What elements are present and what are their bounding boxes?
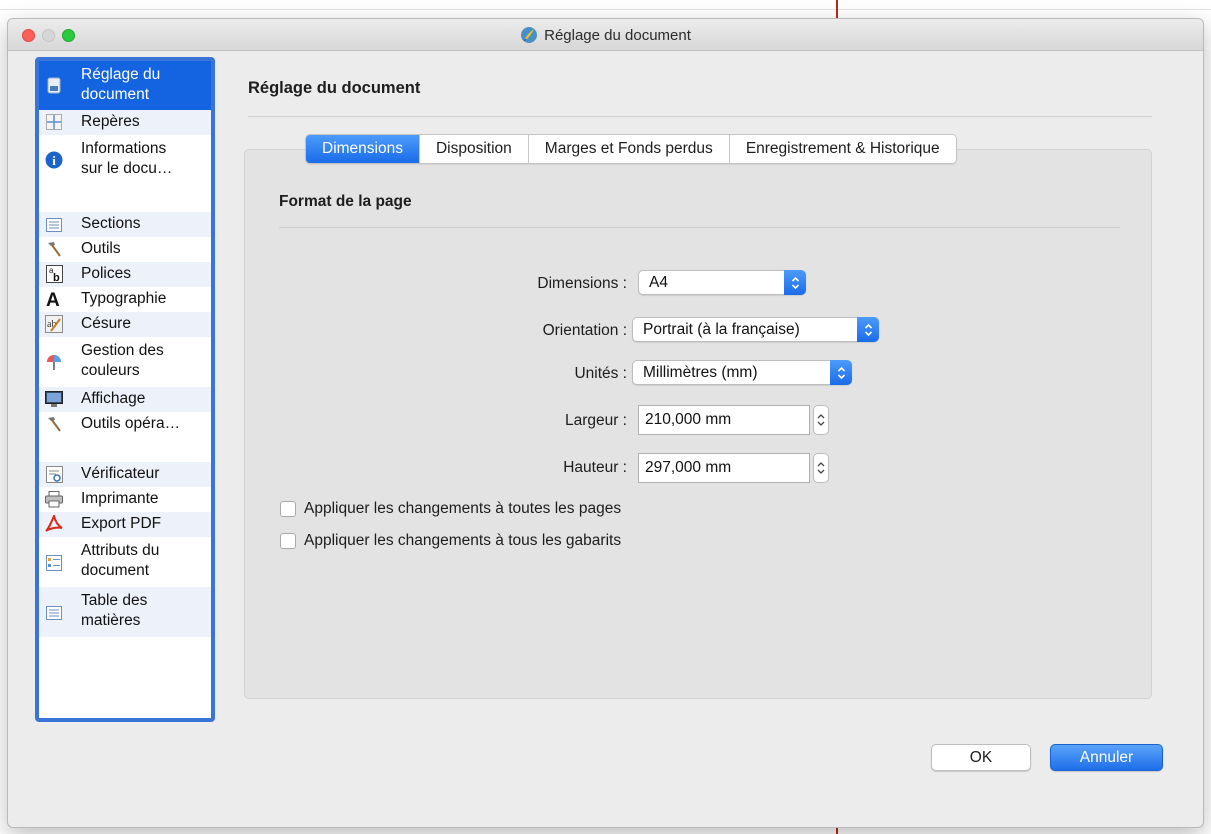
width-label: Largeur :	[564, 412, 627, 429]
info-icon: i	[45, 151, 63, 169]
stepper-arrows-icon	[817, 462, 825, 474]
sidebar-item-label: Export PDF	[81, 515, 162, 532]
sections-icon	[45, 216, 63, 234]
svg-text:A: A	[46, 290, 60, 308]
units-select[interactable]: Millimètres (mm)	[632, 360, 852, 385]
sidebar-item-label: Gestion des couleurs	[81, 342, 164, 379]
color-management-icon	[45, 354, 63, 372]
sidebar-item-export-pdf[interactable]: Export PDF	[39, 512, 211, 537]
sidebar-item-label: Outils opéra…	[81, 415, 181, 432]
sidebar-item-label: Vérificateur	[81, 465, 160, 482]
sidebar-item-label: Polices	[81, 265, 131, 282]
sidebar-item-label: Réglage du document	[81, 66, 161, 103]
svg-text:b: b	[53, 272, 60, 283]
hammer-icon	[45, 415, 63, 433]
updown-chevron-icon	[830, 360, 852, 385]
sidebar-item-couleurs[interactable]: Gestion des couleurs	[39, 337, 211, 387]
sidebar-item-polices[interactable]: ab Polices	[39, 262, 211, 287]
display-icon	[45, 390, 63, 408]
divider	[279, 227, 1120, 228]
sidebar-item-label: Affichage	[81, 390, 146, 407]
orientation-select[interactable]: Portrait (à la française)	[632, 317, 879, 342]
updown-chevron-icon	[784, 270, 806, 295]
guides-icon	[45, 113, 63, 131]
sidebar-item-label: Informations sur le docu…	[81, 140, 173, 177]
apply-all-masters-row[interactable]: Appliquer les changements à tous les gab…	[280, 532, 621, 550]
printer-icon	[45, 490, 63, 508]
sidebar-item-typographie[interactable]: A Typographie	[39, 287, 211, 312]
orientation-label: Orientation :	[542, 322, 627, 339]
sidebar-item-outils[interactable]: Outils	[39, 237, 211, 262]
section-title: Format de la page	[279, 193, 412, 210]
height-input[interactable]	[639, 454, 809, 482]
sidebar-item-affichage[interactable]: Affichage	[39, 387, 211, 412]
sidebar-item-label: Imprimante	[81, 490, 159, 507]
page-title: Réglage du document	[248, 79, 421, 97]
tab-dimensions[interactable]: Dimensions	[306, 135, 420, 163]
apply-all-pages-row[interactable]: Appliquer les changements à toutes les p…	[280, 500, 621, 518]
ok-button[interactable]: OK	[931, 744, 1031, 771]
height-stepper[interactable]	[813, 453, 829, 483]
typography-icon: A	[45, 289, 63, 308]
sidebar-item-label: Outils	[81, 240, 121, 257]
sidebar-item-cesure[interactable]: ab Césure	[39, 312, 211, 337]
title-bar: Réglage du document	[8, 19, 1203, 51]
dimensions-select[interactable]: A4	[638, 270, 806, 295]
background-margin-line	[836, 0, 838, 18]
preflight-icon	[45, 465, 63, 483]
svg-text:i: i	[52, 153, 56, 168]
orientation-value: Portrait (à la française)	[643, 321, 800, 338]
sidebar-item-attributs[interactable]: Attributs du document	[39, 537, 211, 587]
updown-chevron-icon	[857, 317, 879, 342]
apply-all-pages-label: Appliquer les changements à toutes les p…	[304, 500, 622, 517]
dimensions-value: A4	[649, 274, 668, 291]
sidebar-item-reglage[interactable]: Réglage du document	[39, 61, 211, 110]
sidebar-item-sections[interactable]: Sections	[39, 212, 211, 237]
width-stepper[interactable]	[813, 405, 829, 435]
sidebar-item-table[interactable]: Table des matières	[39, 587, 211, 637]
window-title: Réglage du document	[544, 26, 691, 44]
apply-all-masters-checkbox[interactable]	[280, 533, 296, 549]
sidebar-item-label: Césure	[81, 315, 131, 332]
sidebar-item-label: Attributs du document	[81, 542, 160, 579]
hyphenation-icon: ab	[45, 315, 63, 333]
apply-all-masters-label: Appliquer les changements à tous les gab…	[304, 532, 622, 549]
document-icon	[45, 76, 63, 94]
width-input[interactable]	[639, 406, 809, 434]
pdf-icon	[45, 515, 63, 533]
sidebar-item-verificateur[interactable]: Vérificateur	[39, 462, 211, 487]
divider	[248, 116, 1152, 117]
tab-disposition[interactable]: Disposition	[419, 135, 529, 163]
cancel-button[interactable]: Annuler	[1050, 744, 1163, 771]
tab-bar: Dimensions Disposition Marges et Fonds p…	[305, 134, 957, 164]
sidebar-item-label: Table des matières	[81, 592, 148, 629]
sidebar-item-reperes[interactable]: Repères	[39, 110, 211, 135]
hammer-icon	[45, 240, 63, 258]
sidebar-item-imprimante[interactable]: Imprimante	[39, 487, 211, 512]
height-label: Hauteur :	[563, 459, 627, 476]
sidebar-item-label: Typographie	[81, 290, 167, 307]
units-value: Millimètres (mm)	[643, 364, 758, 381]
height-field[interactable]	[638, 453, 810, 483]
sidebar-item-informations[interactable]: i Informations sur le docu…	[39, 135, 211, 185]
width-field[interactable]	[638, 405, 810, 435]
sidebar-item-outils-operateur[interactable]: Outils opéra…	[39, 412, 211, 437]
sidebar-item-label: Repères	[81, 113, 140, 130]
attributes-icon	[45, 554, 63, 572]
tab-enregistrement[interactable]: Enregistrement & Historique	[729, 135, 956, 163]
settings-sidebar[interactable]: Réglage du document Repères i Information…	[35, 57, 215, 722]
fonts-icon: ab	[45, 265, 63, 283]
stepper-arrows-icon	[817, 414, 825, 426]
apply-all-pages-checkbox[interactable]	[280, 501, 296, 517]
sidebar-item-label: Sections	[81, 215, 141, 232]
units-label: Unités :	[574, 365, 627, 382]
background-divider	[0, 9, 1211, 10]
dimensions-label: Dimensions :	[537, 275, 627, 292]
scribus-icon	[521, 27, 538, 43]
tab-marges[interactable]: Marges et Fonds perdus	[528, 135, 730, 163]
toc-icon	[45, 604, 63, 622]
